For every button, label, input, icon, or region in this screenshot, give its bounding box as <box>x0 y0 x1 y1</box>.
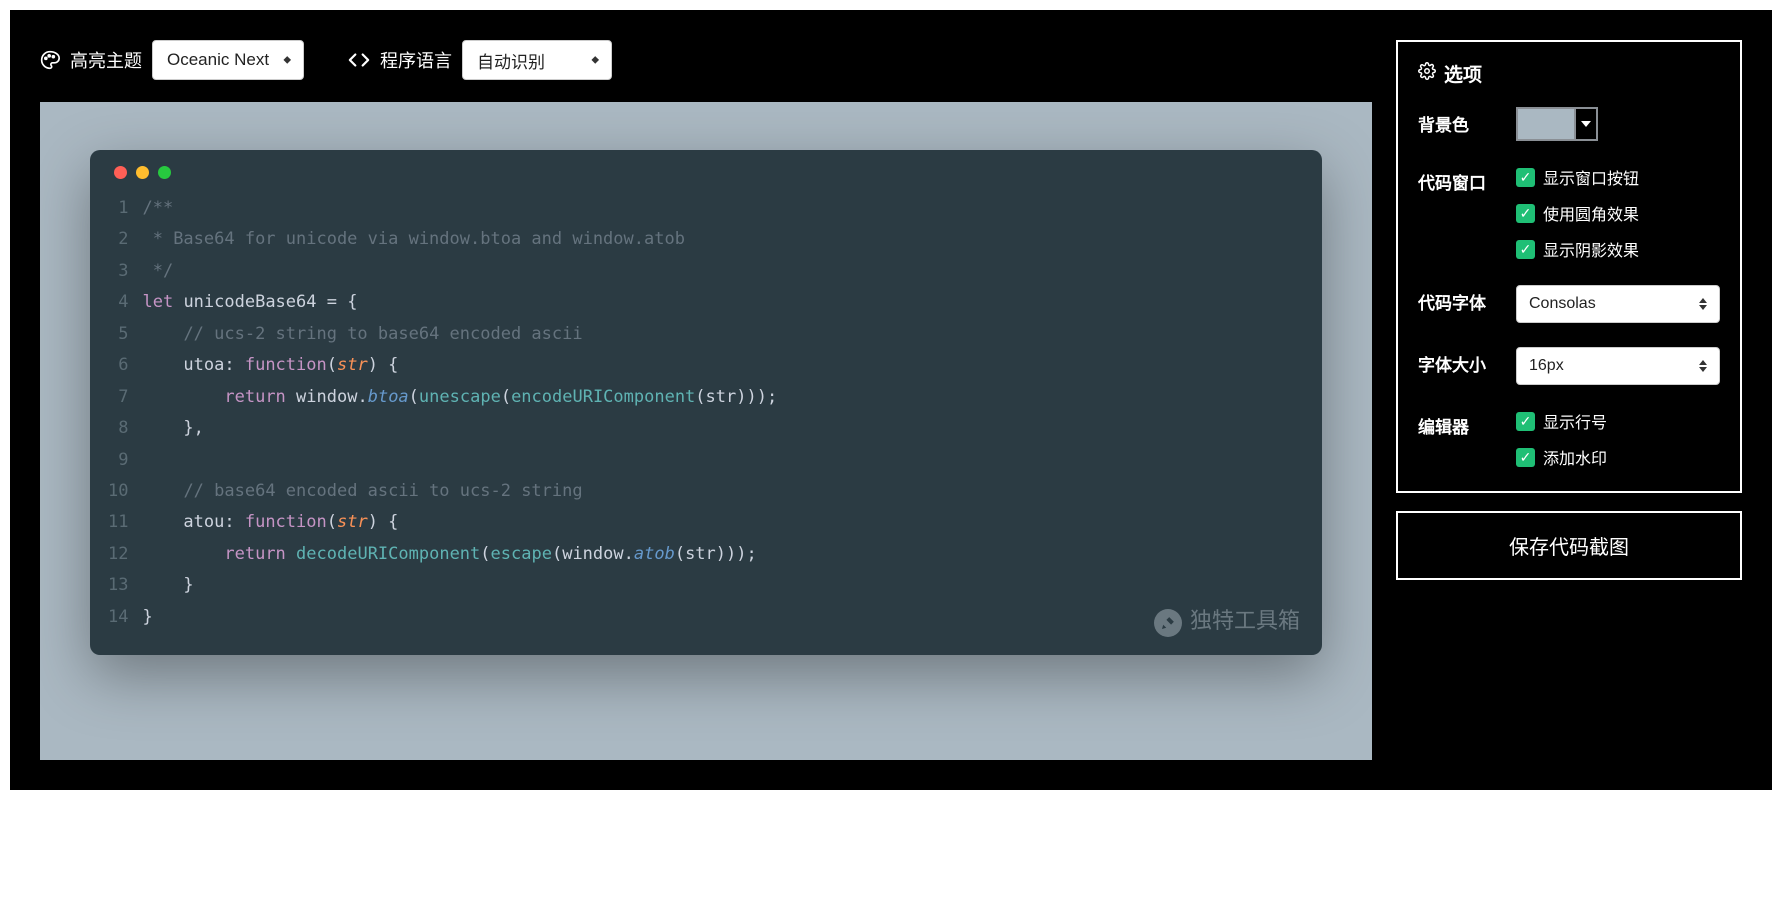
font-size-label: 字体大小 <box>1418 347 1504 376</box>
check-label: 添加水印 <box>1543 445 1607 469</box>
line-number: 2 <box>108 224 128 255</box>
theme-group: 高亮主题 Oceanic Next <box>40 40 304 80</box>
language-group: 程序语言 自动识别 <box>348 40 612 80</box>
bg-color-label: 背景色 <box>1418 107 1504 136</box>
top-toolbar: 高亮主题 Oceanic Next 程序语言 自动识别 <box>40 40 1372 80</box>
check-label: 显示行号 <box>1543 409 1607 433</box>
code-content[interactable]: /** * Base64 for unicode via window.btoa… <box>142 193 1304 633</box>
editor-options-row: 编辑器 ✓ 显示行号 ✓ 添加水印 <box>1418 409 1720 469</box>
language-label: 程序语言 <box>380 47 452 73</box>
font-value: Consolas <box>1529 295 1596 313</box>
font-select[interactable]: Consolas <box>1516 285 1720 323</box>
window-options-label: 代码窗口 <box>1418 165 1504 194</box>
sort-icon <box>1699 298 1707 310</box>
line-number: 4 <box>108 287 128 318</box>
window-options-row: 代码窗口 ✓ 显示窗口按钮 ✓ 使用圆角效果 ✓ 显示阴影效果 <box>1418 165 1720 261</box>
traffic-light-red-icon <box>114 166 127 179</box>
line-number: 1 <box>108 193 128 224</box>
traffic-light-green-icon <box>158 166 171 179</box>
options-title: 选项 <box>1418 60 1720 87</box>
theme-label: 高亮主题 <box>70 47 142 73</box>
code-line: /** <box>142 193 1304 224</box>
palette-icon <box>40 50 60 70</box>
code-line: */ <box>142 256 1304 287</box>
line-number: 11 <box>108 507 128 538</box>
font-row: 代码字体 Consolas <box>1418 285 1720 323</box>
code-line: // ucs-2 string to base64 encoded ascii <box>142 319 1304 350</box>
window-traffic-lights <box>108 166 1304 179</box>
font-label: 代码字体 <box>1418 285 1504 314</box>
code-body: 1234567891011121314 /** * Base64 for uni… <box>108 193 1304 633</box>
code-line: let unicodeBase64 = { <box>142 287 1304 318</box>
check-shadow[interactable]: ✓ 显示阴影效果 <box>1516 237 1720 261</box>
traffic-light-yellow-icon <box>136 166 149 179</box>
watermark-text: 独特工具箱 <box>1190 602 1300 643</box>
check-label: 显示窗口按钮 <box>1543 165 1639 189</box>
checkbox-icon: ✓ <box>1516 240 1535 259</box>
line-number: 7 <box>108 382 128 413</box>
theme-value: Oceanic Next <box>167 50 269 70</box>
watermark: 独特工具箱 <box>1154 602 1300 643</box>
main-column: 高亮主题 Oceanic Next 程序语言 自动识别 <box>40 40 1372 760</box>
line-number: 3 <box>108 256 128 287</box>
line-number: 13 <box>108 570 128 601</box>
checkbox-icon: ✓ <box>1516 168 1535 187</box>
line-number: 10 <box>108 476 128 507</box>
watermark-badge-icon <box>1154 609 1182 637</box>
line-number: 14 <box>108 602 128 633</box>
font-size-row: 字体大小 16px <box>1418 347 1720 385</box>
checkbox-icon: ✓ <box>1516 204 1535 223</box>
line-number-gutter: 1234567891011121314 <box>108 193 142 633</box>
check-window-buttons[interactable]: ✓ 显示窗口按钮 <box>1516 165 1720 189</box>
code-line: * Base64 for unicode via window.btoa and… <box>142 224 1304 255</box>
language-value: 自动识别 <box>477 48 545 73</box>
check-watermark[interactable]: ✓ 添加水印 <box>1516 445 1720 469</box>
preview-canvas: 1234567891011121314 /** * Base64 for uni… <box>40 102 1372 760</box>
options-panel: 选项 背景色 代码窗口 ✓ 显示窗口按钮 <box>1396 40 1742 493</box>
app-frame: 高亮主题 Oceanic Next 程序语言 自动识别 <box>10 10 1772 790</box>
code-icon <box>348 49 370 71</box>
bg-color-swatch <box>1518 109 1574 139</box>
check-rounded-corners[interactable]: ✓ 使用圆角效果 <box>1516 201 1720 225</box>
code-line: }, <box>142 413 1304 444</box>
line-number: 12 <box>108 539 128 570</box>
font-size-select[interactable]: 16px <box>1516 347 1720 385</box>
save-screenshot-button[interactable]: 保存代码截图 <box>1396 511 1742 580</box>
code-line: } <box>142 602 1304 633</box>
sort-icon <box>1699 360 1707 372</box>
code-line: return decodeURIComponent(escape(window.… <box>142 539 1304 570</box>
options-title-text: 选项 <box>1444 60 1482 87</box>
line-number: 9 <box>108 445 128 476</box>
code-line: atou: function(str) { <box>142 507 1304 538</box>
line-number: 6 <box>108 350 128 381</box>
side-column: 选项 背景色 代码窗口 ✓ 显示窗口按钮 <box>1396 40 1742 760</box>
save-button-label: 保存代码截图 <box>1509 537 1629 559</box>
code-line <box>142 445 1304 476</box>
check-label: 使用圆角效果 <box>1543 201 1639 225</box>
editor-options-label: 编辑器 <box>1418 409 1504 438</box>
theme-select[interactable]: Oceanic Next <box>152 40 304 80</box>
font-size-value: 16px <box>1529 357 1564 375</box>
check-label: 显示阴影效果 <box>1543 237 1639 261</box>
gear-icon <box>1418 62 1436 86</box>
checkbox-icon: ✓ <box>1516 448 1535 467</box>
line-number: 8 <box>108 413 128 444</box>
code-line: // base64 encoded ascii to ucs-2 string <box>142 476 1304 507</box>
code-line: } <box>142 570 1304 601</box>
code-line: return window.btoa(unescape(encodeURICom… <box>142 382 1304 413</box>
bg-color-picker[interactable] <box>1516 107 1598 141</box>
code-line: utoa: function(str) { <box>142 350 1304 381</box>
language-select[interactable]: 自动识别 <box>462 40 612 80</box>
check-line-numbers[interactable]: ✓ 显示行号 <box>1516 409 1720 433</box>
code-window: 1234567891011121314 /** * Base64 for uni… <box>90 150 1322 655</box>
bg-color-row: 背景色 <box>1418 107 1720 141</box>
chevron-down-icon <box>1574 109 1596 139</box>
line-number: 5 <box>108 319 128 350</box>
checkbox-icon: ✓ <box>1516 412 1535 431</box>
